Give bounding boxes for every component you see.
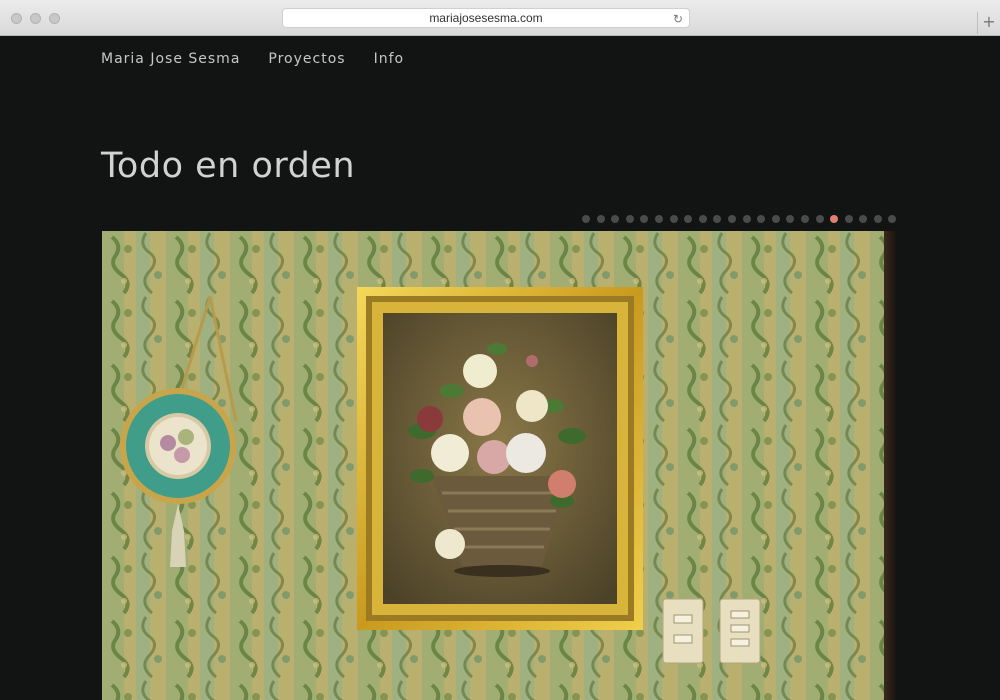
window-controls (11, 13, 60, 24)
slide-dot[interactable] (888, 215, 897, 223)
slide-dot[interactable] (611, 215, 620, 223)
reload-icon[interactable]: ↻ (673, 10, 683, 28)
nav-item-home[interactable]: Maria Jose Sesma (101, 51, 240, 67)
slide-dot[interactable] (654, 215, 663, 223)
slide-dot[interactable] (669, 215, 678, 223)
photo-shadow-edge (884, 231, 896, 700)
slide-dot[interactable] (713, 215, 722, 223)
browser-window: mariajosesesma.com ↻ + Maria Jose Sesma … (0, 0, 1000, 700)
photo-wall-still-life (102, 231, 884, 700)
slide-dot[interactable] (742, 215, 751, 223)
slide-dot[interactable] (859, 215, 868, 223)
slide-dot[interactable] (596, 215, 605, 223)
browser-toolbar: mariajosesesma.com ↻ + (0, 0, 1000, 36)
slide-dot[interactable] (684, 215, 693, 223)
slide-dot[interactable] (625, 215, 634, 223)
slideshow-pagination (582, 215, 897, 223)
gallery-photo (102, 231, 884, 700)
slide-dot[interactable] (815, 215, 824, 223)
slide-dot[interactable] (873, 215, 882, 223)
plus-icon[interactable]: + (977, 12, 1000, 34)
slide-dot[interactable] (830, 215, 839, 223)
slide-dot[interactable] (640, 215, 649, 223)
slide-dot[interactable] (786, 215, 795, 223)
nav-item-info[interactable]: Info (374, 51, 405, 67)
slide-dot[interactable] (800, 215, 809, 223)
web-page: Maria Jose Sesma Proyectos Info Todo en … (0, 36, 1000, 700)
slide-dot[interactable] (757, 215, 766, 223)
minimize-window-button[interactable] (30, 13, 41, 24)
slide-dot[interactable] (698, 215, 707, 223)
page-title: Todo en orden (101, 146, 356, 186)
zoom-window-button[interactable] (49, 13, 60, 24)
slide-dot[interactable] (582, 215, 590, 223)
close-window-button[interactable] (11, 13, 22, 24)
slide-dot[interactable] (727, 215, 736, 223)
slide-dot[interactable] (771, 215, 780, 223)
site-nav: Maria Jose Sesma Proyectos Info (101, 51, 404, 67)
url-text: mariajosesesma.com (429, 11, 543, 25)
address-bar[interactable]: mariajosesesma.com ↻ (282, 8, 690, 28)
slide-dot[interactable] (844, 215, 853, 223)
nav-item-proyectos[interactable]: Proyectos (268, 51, 345, 67)
